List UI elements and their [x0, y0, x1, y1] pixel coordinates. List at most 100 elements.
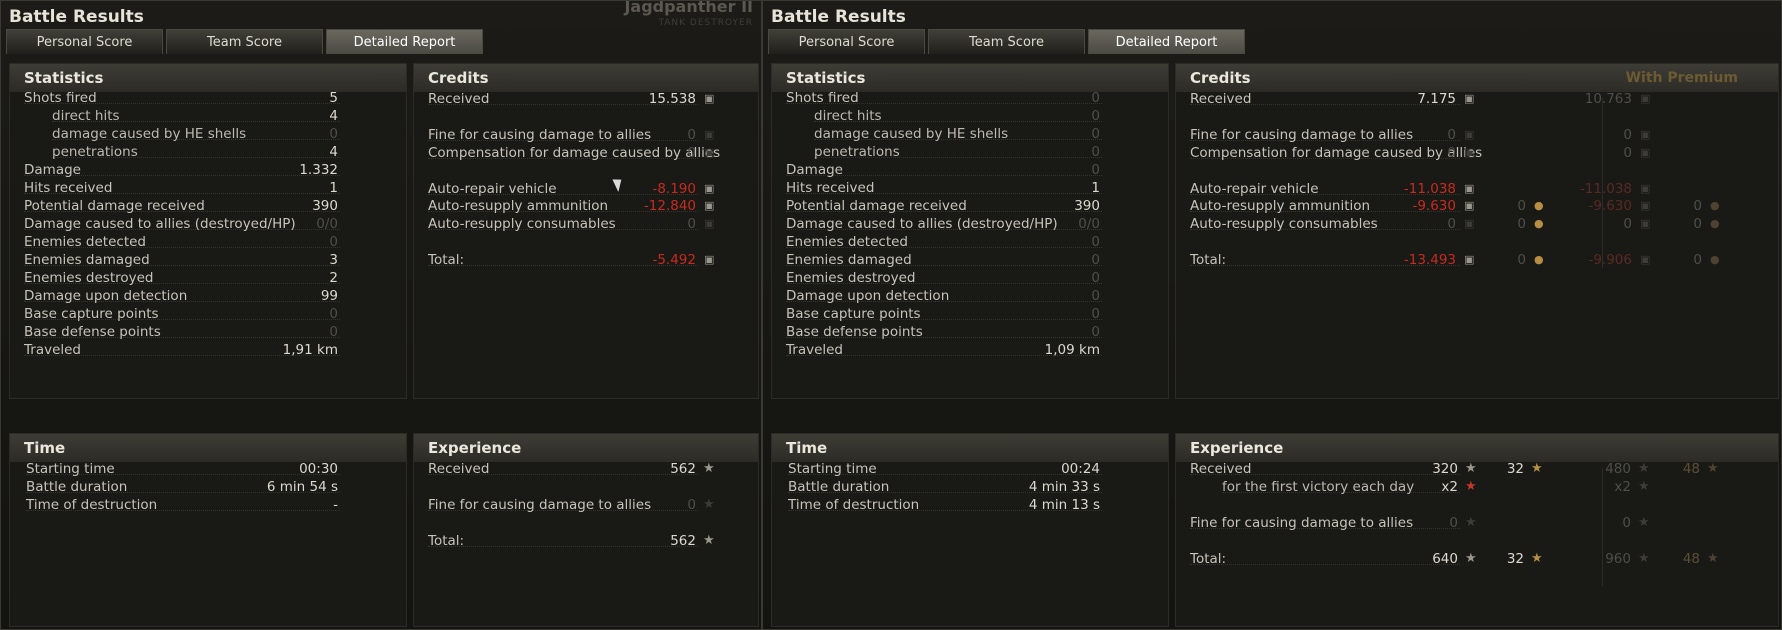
battle-results-window-left: Jagdpanther II TANK DESTROYER Battle Res…: [0, 0, 762, 630]
credits-heading: Credits: [414, 64, 758, 92]
row-label: Received: [1190, 91, 1252, 107]
tab-detailed-report[interactable]: Detailed Report: [326, 29, 483, 54]
tab-personal-score[interactable]: Personal Score: [6, 29, 163, 54]
row-label: Fine for causing damage to allies: [428, 127, 652, 143]
row-label: Hits received: [786, 180, 875, 196]
row-label: Total:: [428, 533, 465, 549]
exp-row-received: Received 562 ★: [414, 460, 758, 478]
gold-value: 0: [1517, 216, 1526, 232]
row-label: Traveled: [786, 342, 844, 358]
premium-free-experience-value: 48: [1682, 461, 1700, 477]
row-label: direct hits: [814, 108, 882, 124]
row-label: Received: [428, 461, 490, 477]
credit-row-auto-repair-vehicle: Auto-repair vehicle -11.038 ▣ -11.038 ▣: [1176, 180, 1778, 198]
stat-row-base-defense-points: Base defense points 0: [10, 323, 406, 341]
stat-row-direct-hits: direct hits 4: [10, 107, 406, 125]
row-value: 0: [1447, 127, 1456, 143]
credits-heading-text: Credits: [1190, 69, 1251, 87]
row-value: 4 min 13 s: [1028, 497, 1100, 513]
row-label: damage caused by HE shells: [814, 126, 1009, 142]
free-experience-star-icon: ★: [1707, 461, 1719, 476]
row-value: 5: [329, 90, 338, 106]
stat-row-damage-caused-by-he-shells: damage caused by HE shells 0: [10, 125, 406, 143]
vehicle-name: Jagdpanther II: [624, 0, 753, 16]
stat-row-penetrations: penetrations 0: [772, 143, 1168, 161]
time-panel: Time Starting time 00:30 Battle duration 6 …: [9, 433, 407, 627]
credits-panel: Credits Received 15.538 ▣ Fine for causing …: [413, 63, 759, 399]
premium-value: 0: [1623, 127, 1632, 143]
credits-coin-icon: ▣: [704, 128, 715, 141]
tab-team-score[interactable]: Team Score: [928, 29, 1085, 54]
premium-free-experience-value: 48: [1682, 551, 1700, 567]
row-value: 0: [1091, 108, 1100, 124]
free-experience-star-icon: ★: [1531, 461, 1543, 476]
statistics-panel: Statistics Shots fired 5 direct hits 4 damag…: [9, 63, 407, 399]
credits-coin-icon: ▣: [1464, 182, 1475, 195]
row-label: Compensation for damage caused by allies: [1190, 145, 1483, 161]
stat-row-damage-caused-to-allies-destroyed-hp: Damage caused to allies (destroyed/HP) 0/…: [10, 215, 406, 233]
exp-row-received: Received 320 ★ 32 ★ 480 ★ 48 ★: [1176, 460, 1778, 478]
row-label: Received: [1190, 461, 1252, 477]
gold-coin-icon: ●: [1710, 199, 1720, 212]
row-value: 640: [1432, 551, 1458, 567]
tab-team-score[interactable]: Team Score: [166, 29, 323, 54]
stat-row-time-of-destruction: Time of destruction 4 min 13 s: [772, 496, 1168, 514]
exp-row-fine-for-causing-damage-to-allies: Fine for causing damage to allies 0 ★ 0 ★: [1176, 514, 1778, 532]
row-label: Shots fired: [24, 90, 97, 106]
tab-detailed-report[interactable]: Detailed Report: [1088, 29, 1245, 54]
row-value: 320: [1432, 461, 1458, 477]
row-label: Damage: [786, 162, 843, 178]
row-value: 0: [1091, 306, 1100, 322]
row-label: Total:: [1190, 252, 1227, 268]
row-value: 390: [1074, 198, 1100, 214]
row-label: Shots fired: [786, 90, 859, 106]
row-label: Time of destruction: [26, 497, 158, 513]
stat-row-potential-damage-received: Potential damage received 390: [772, 197, 1168, 215]
time-panel: Time Starting time 00:24 Battle duration 4 …: [771, 433, 1169, 627]
row-value: 1: [1091, 180, 1100, 196]
credits-coin-icon: ▣: [1640, 146, 1651, 159]
premium-value: 0: [1623, 216, 1632, 232]
premium-gold-value: 0: [1693, 216, 1702, 232]
stat-row-damage-caused-to-allies-destroyed-hp: Damage caused to allies (destroyed/HP) 0/…: [772, 215, 1168, 233]
row-value: 0: [1091, 234, 1100, 250]
credit-row-auto-resupply-ammunition: Auto-resupply ammunition -12.840 ▣: [414, 197, 758, 215]
stat-row-battle-duration: Battle duration 4 min 33 s: [772, 478, 1168, 496]
row-label: Fine for causing damage to allies: [1190, 127, 1414, 143]
row-label: Time of destruction: [788, 497, 920, 513]
premium-value: x2: [1614, 479, 1631, 495]
row-value: 0: [329, 126, 338, 142]
experience-star-icon: ★: [1638, 551, 1650, 566]
credits-coin-icon: ▣: [1464, 217, 1475, 230]
row-label: Starting time: [26, 461, 115, 477]
stat-row-damage-caused-by-he-shells: damage caused by HE shells 0: [772, 125, 1168, 143]
credit-row-auto-resupply-consumables: Auto-resupply consumables 0 ▣ 0 ● 0 ▣ 0 ●: [1176, 215, 1778, 233]
experience-star-icon: ★: [703, 461, 715, 476]
premium-gold-value: 0: [1693, 252, 1702, 268]
exp-row-for-the-first-victory-each-day: for the first victory each day x2 ★ x2 ★: [1176, 478, 1778, 496]
credit-row-auto-resupply-ammunition: Auto-resupply ammunition -9.630 ▣ 0 ● -9.630 ▣…: [1176, 197, 1778, 215]
row-value: -: [333, 497, 338, 513]
credit-row-compensation-for-damage-caused-by-allies: Compensation for damage caused by allies…: [414, 144, 758, 162]
stat-row-potential-damage-received: Potential damage received 390: [10, 197, 406, 215]
stat-row-traveled: Traveled 1,09 km: [772, 341, 1168, 359]
credit-row-compensation-for-damage-caused-by-allies: Compensation for damage caused by allies…: [1176, 144, 1778, 162]
row-label: Auto-resupply consumables: [428, 216, 616, 232]
experience-panel: Experience Received 320 ★ 32 ★ 480 ★ 48 ★ for the…: [1175, 433, 1779, 627]
row-label: Base capture points: [24, 306, 159, 322]
credits-coin-icon: ▣: [704, 199, 715, 212]
premium-value: 0: [1622, 515, 1631, 531]
credits-coin-icon: ▣: [1640, 128, 1651, 141]
credits-coin-icon: ▣: [1640, 253, 1651, 266]
stat-row-shots-fired: Shots fired 5: [10, 89, 406, 107]
row-label: Battle duration: [26, 479, 128, 495]
tab-personal-score[interactable]: Personal Score: [768, 29, 925, 54]
row-value: 0: [687, 497, 696, 513]
stat-row-damage-upon-detection: Damage upon detection 0: [772, 287, 1168, 305]
exp-row-total: Total: 640 ★ 32 ★ 960 ★ 48 ★: [1176, 550, 1778, 568]
row-value: 00:30: [299, 461, 338, 477]
gold-coin-icon: ●: [1534, 199, 1544, 212]
stat-row-base-capture-points: Base capture points 0: [10, 305, 406, 323]
credit-row-fine-for-causing-damage-to-allies: Fine for causing damage to allies 0 ▣ 0 ▣: [1176, 126, 1778, 144]
row-label: Damage upon detection: [786, 288, 950, 304]
